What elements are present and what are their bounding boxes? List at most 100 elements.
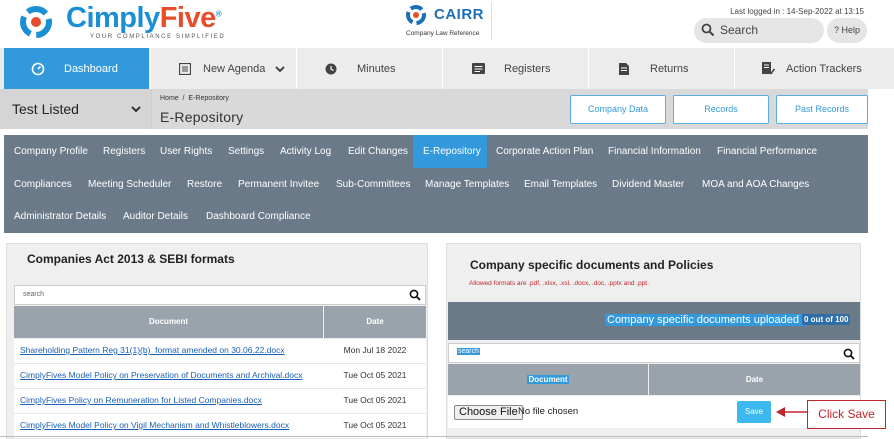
formats-col-document[interactable]: Document xyxy=(14,306,323,338)
document-date: Mon Jul 18 2022 xyxy=(343,345,407,355)
upload-count-badge: 0 out of 100 xyxy=(802,314,851,325)
nav-action-trackers-label: Action Trackers xyxy=(786,62,862,75)
document-link[interactable]: CimplyFives Model Policy on Vigil Mechan… xyxy=(20,420,289,430)
save-button[interactable]: Save xyxy=(737,401,771,423)
table-row: CimplyFives Policy on Remuneration for L… xyxy=(14,389,426,414)
tab-auditor-details[interactable]: Auditor Details xyxy=(113,200,198,233)
search-label: Search xyxy=(720,23,759,37)
nav-new-agenda-label: New Agenda xyxy=(203,62,266,75)
choose-file-button[interactable]: Choose File xyxy=(454,405,523,420)
main-nav: Dashboard New Agenda Minutes Registers R… xyxy=(0,48,894,89)
cairr-name: CAIRR xyxy=(434,6,484,23)
cairr-subtitle: Company Law Reference xyxy=(406,30,480,37)
nav-registers-label: Registers xyxy=(504,62,551,75)
document-date: Tue Oct 05 2021 xyxy=(343,370,407,380)
tab-registers[interactable]: Registers xyxy=(93,135,155,168)
tab-activity-log[interactable]: Activity Log xyxy=(270,135,341,168)
tab-dividend-master[interactable]: Dividend Master xyxy=(602,168,694,201)
click-save-callout: Click Save xyxy=(807,400,886,429)
registers-icon xyxy=(470,62,486,76)
chevron-down-icon xyxy=(131,106,141,113)
tab-dashboard-compliance[interactable]: Dashboard Compliance xyxy=(196,200,321,233)
breadcrumb[interactable]: Home / E-Repository xyxy=(160,95,229,102)
tab-settings[interactable]: Settings xyxy=(218,135,274,168)
cimplyfive-logo-icon xyxy=(20,6,52,38)
tab-restore[interactable]: Restore xyxy=(177,168,232,201)
agenda-icon xyxy=(177,62,193,76)
action-tracker-icon xyxy=(760,62,776,76)
cairr-logo-icon xyxy=(406,5,426,25)
nav-new-agenda[interactable]: New Agenda xyxy=(150,48,295,89)
search-icon xyxy=(843,348,855,360)
brand-name: CimplyFive® xyxy=(66,2,222,34)
company-select-value: Test Listed xyxy=(12,101,79,117)
tab-financial-performance[interactable]: Financial Performance xyxy=(707,135,827,168)
nav-returns[interactable]: Returns xyxy=(588,48,733,89)
cairr-logo[interactable]: CAIRR Company Law Reference xyxy=(404,3,494,43)
company-data-button[interactable]: Company Data xyxy=(570,95,666,124)
upload-count-bar: Company specific documents uploaded : 0 … xyxy=(448,302,860,340)
tab-e-repository[interactable]: E-Repository xyxy=(413,135,487,168)
company-docs-col-document[interactable]: Document xyxy=(448,364,648,395)
company-docs-col-document-label: Document xyxy=(527,375,569,384)
nav-dashboard[interactable]: Dashboard xyxy=(4,48,149,89)
company-docs-search-placeholder: search xyxy=(457,348,481,355)
table-row: Shareholding Pattern Reg 31(1)(b)_format… xyxy=(14,339,426,364)
search-icon xyxy=(409,289,421,301)
nav-minutes-label: Minutes xyxy=(357,62,396,75)
tab-corporate-action-plan[interactable]: Corporate Action Plan xyxy=(486,135,603,168)
document-date: Tue Oct 05 2021 xyxy=(343,395,407,405)
tab-administrator-details[interactable]: Administrator Details xyxy=(4,200,116,233)
tab-moa-aoa-changes[interactable]: MOA and AOA Changes xyxy=(692,168,819,201)
app-root: CimplyFive® YOUR COMPLIANCE SIMPLIFIED C… xyxy=(0,0,894,439)
last-logged-in: Last logged in : 14-Sep-2022 at 13:15 xyxy=(730,7,864,16)
document-link[interactable]: Shareholding Pattern Reg 31(1)(b)_format… xyxy=(20,345,285,355)
tab-compliances[interactable]: Compliances xyxy=(4,168,82,201)
tab-edit-changes[interactable]: Edit Changes xyxy=(338,135,418,168)
tab-user-rights[interactable]: User Rights xyxy=(150,135,222,168)
allowed-formats-note: Allowed formats are .pdf, .xlsx, .xsl, .… xyxy=(469,280,649,287)
page-title: E-Repository xyxy=(160,109,244,125)
header-divider xyxy=(491,2,492,40)
formats-col-date[interactable]: Date xyxy=(324,306,426,338)
brand-tagline: YOUR COMPLIANCE SIMPLIFIED xyxy=(90,34,226,40)
tab-email-templates[interactable]: Email Templates xyxy=(514,168,607,201)
table-row: CimplyFives Model Policy on Preservation… xyxy=(14,364,426,389)
search-icon xyxy=(701,23,715,37)
company-docs-search-input[interactable]: search xyxy=(448,343,860,363)
formats-search-input[interactable]: search xyxy=(14,285,426,305)
document-link[interactable]: CimplyFives Model Policy on Preservation… xyxy=(20,370,303,380)
document-date: Tue Oct 05 2021 xyxy=(343,420,407,430)
tab-permanent-invitee[interactable]: Permanent Invitee xyxy=(228,168,329,201)
tab-manage-templates[interactable]: Manage Templates xyxy=(415,168,519,201)
formats-search-placeholder: search xyxy=(23,291,45,298)
nav-minutes[interactable]: Minutes xyxy=(296,48,441,89)
records-button[interactable]: Records xyxy=(673,95,769,124)
past-records-button[interactable]: Past Records xyxy=(776,95,868,124)
arrow-left-icon xyxy=(776,407,808,417)
company-select[interactable]: Test Listed xyxy=(0,89,152,129)
nav-dashboard-label: Dashboard xyxy=(64,62,118,75)
tab-meeting-scheduler[interactable]: Meeting Scheduler xyxy=(78,168,181,201)
clock-icon xyxy=(323,62,339,76)
formats-panel-title: Companies Act 2013 & SEBI formats xyxy=(27,252,235,266)
help-button[interactable]: ? Help xyxy=(827,18,867,43)
tab-sub-committees[interactable]: Sub-Committees xyxy=(326,168,420,201)
tab-company-profile[interactable]: Company Profile xyxy=(4,135,98,168)
document-link[interactable]: CimplyFives Policy on Remuneration for L… xyxy=(20,395,262,405)
nav-action-trackers[interactable]: Action Trackers xyxy=(734,48,879,89)
nav-registers[interactable]: Registers xyxy=(442,48,587,89)
section-tabs: Company Profile Registers User Rights Se… xyxy=(4,135,868,233)
company-docs-col-date[interactable]: Date xyxy=(649,364,860,395)
bottom-divider xyxy=(0,436,868,437)
global-search-button[interactable]: Search xyxy=(694,18,824,43)
company-docs-title: Company specific documents and Policies xyxy=(470,258,714,272)
top-header: CimplyFive® YOUR COMPLIANCE SIMPLIFIED C… xyxy=(0,0,894,48)
no-file-label: No file chosen xyxy=(518,406,579,417)
returns-icon xyxy=(616,62,632,76)
upload-count-label: Company specific documents uploaded : xyxy=(605,314,808,326)
tab-financial-information[interactable]: Financial Information xyxy=(598,135,711,168)
chevron-down-icon xyxy=(275,65,286,72)
dashboard-icon xyxy=(30,62,46,76)
nav-returns-label: Returns xyxy=(650,62,689,75)
